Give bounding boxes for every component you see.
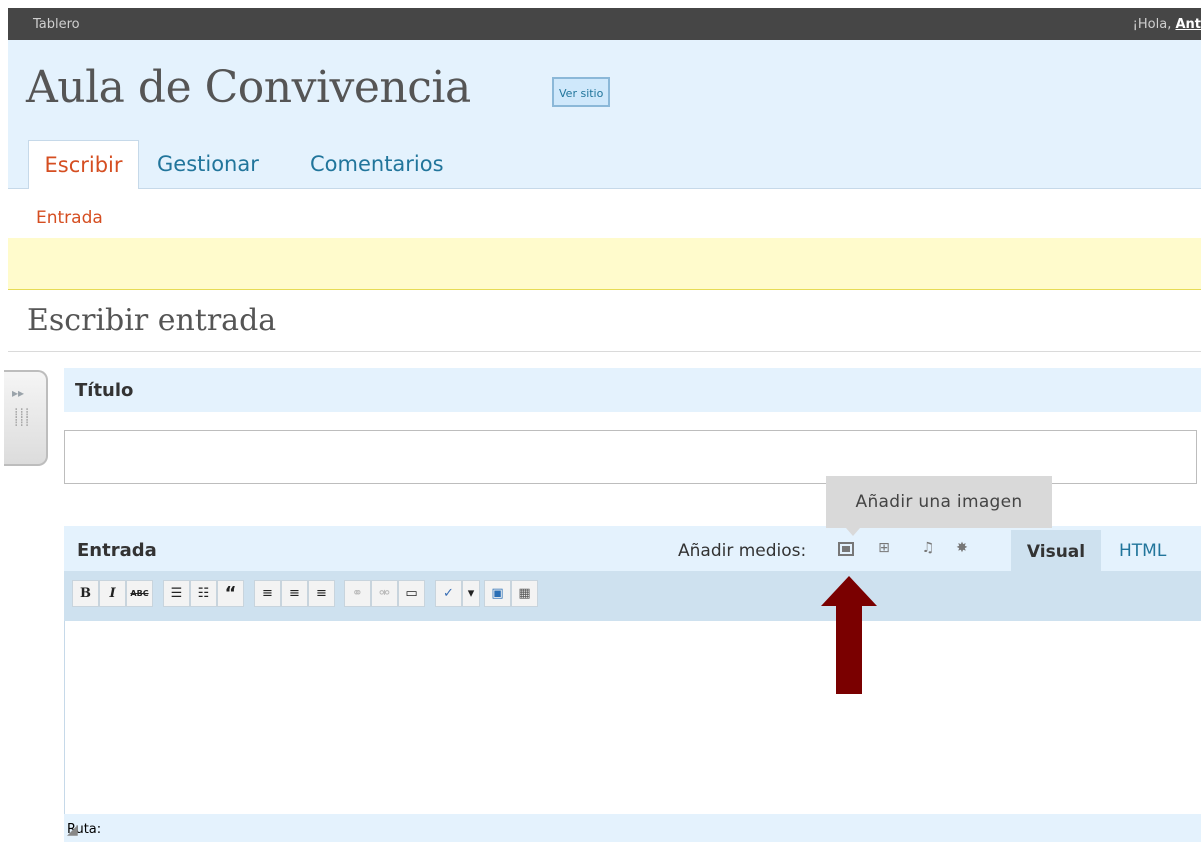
unlink-button[interactable]: ⚮ [371, 580, 398, 607]
add-image-icon[interactable] [838, 542, 854, 556]
dashboard-link[interactable]: Tablero [33, 17, 80, 32]
editor-toolbar: B I ABC ☰ ☷ “ ≡ ≡ ≡ ⚭ ⚮ ▭ ✓ ▾ ▣ ▦ [64, 571, 1201, 621]
align-center-button[interactable]: ≡ [281, 580, 308, 607]
user-greeting: ¡Hola, Ant [1133, 17, 1201, 32]
editor-content-area[interactable] [64, 621, 1201, 814]
admin-topbar: Tablero ¡Hola, Ant [8, 8, 1201, 40]
view-site-button[interactable]: Ver sitio [552, 77, 611, 107]
notice-bar [8, 238, 1201, 290]
add-media-icon[interactable]: ✸ [954, 540, 970, 556]
greeting-text: ¡Hola, [1132, 17, 1176, 32]
heading-divider [8, 351, 1201, 352]
add-gallery-icon[interactable]: ⊞ [876, 540, 892, 556]
add-audio-icon[interactable]: ♫ [920, 540, 936, 556]
align-right-button[interactable]: ≡ [308, 580, 335, 607]
blockquote-button[interactable]: “ [217, 580, 244, 607]
entry-label: Entrada [77, 540, 157, 561]
bulleted-list-button[interactable]: ☰ [163, 580, 190, 607]
fullscreen-button[interactable]: ▣ [484, 580, 511, 607]
sidebar-toggle-handle[interactable]: ▸▸ ⁞⁞⁞ ⁞⁞⁞ [4, 370, 48, 466]
spellcheck-dropdown[interactable]: ▾ [462, 580, 480, 607]
expand-arrows-icon: ▸▸ [12, 386, 25, 400]
resize-grip-icon[interactable]: ◢ [67, 822, 1198, 838]
site-header: Aula de Convivencia Ver sitio Escribir G… [8, 40, 1201, 189]
add-image-tooltip: Añadir una imagen [826, 476, 1052, 528]
align-left-button[interactable]: ≡ [254, 580, 281, 607]
user-profile-link[interactable]: Ant [1175, 17, 1201, 32]
annotation-arrow-shaft [836, 604, 862, 694]
title-box-header: Título [64, 368, 1201, 412]
spellcheck-button[interactable]: ✓ [435, 580, 462, 607]
drag-grip-icon: ⁞⁞⁞ ⁞⁞⁞ [14, 406, 31, 430]
numbered-list-button[interactable]: ☷ [190, 580, 217, 607]
editor-tab-html[interactable]: HTML [1119, 541, 1166, 561]
kitchen-sink-button[interactable]: ▦ [511, 580, 538, 607]
tooltip-pointer [846, 528, 860, 536]
tab-manage[interactable]: Gestionar [157, 140, 259, 188]
tab-write[interactable]: Escribir [28, 140, 139, 189]
title-label: Título [75, 380, 134, 401]
add-media-label: Añadir medios: [678, 541, 807, 561]
insert-more-button[interactable]: ▭ [398, 580, 425, 607]
bold-button[interactable]: B [72, 580, 99, 607]
site-title: Aula de Convivencia [26, 62, 471, 113]
editor-tab-visual[interactable]: Visual [1011, 530, 1101, 571]
annotation-arrow-head [821, 576, 877, 606]
editor-statusbar: Ruta: ◢ [64, 814, 1201, 842]
tab-comments[interactable]: Comentarios [310, 140, 444, 188]
italic-button[interactable]: I [99, 580, 126, 607]
entry-box-header: Entrada Añadir medios: ⊞ ♫ ✸ Visual HTML [64, 526, 1201, 571]
insert-link-button[interactable]: ⚭ [344, 580, 371, 607]
subtab-entry[interactable]: Entrada [36, 208, 103, 228]
strikethrough-button[interactable]: ABC [126, 580, 153, 607]
page-heading: Escribir entrada [27, 303, 277, 338]
